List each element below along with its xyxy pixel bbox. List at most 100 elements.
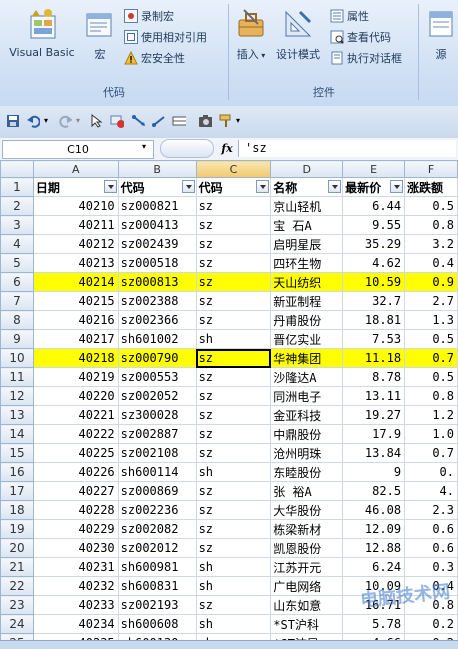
code-cell[interactable]: sz002052 (118, 386, 197, 406)
change-cell[interactable]: 0.8 (404, 386, 458, 406)
row-header[interactable]: 23 (0, 595, 34, 615)
name-cell[interactable]: 京山轻机 (270, 196, 344, 216)
market-cell[interactable]: sz (196, 500, 272, 520)
date-cell[interactable]: 40220 (33, 386, 119, 406)
date-cell[interactable]: 40226 (33, 462, 119, 482)
name-cell[interactable]: 金亚科技 (270, 405, 344, 425)
date-cell[interactable]: 40213 (33, 253, 119, 273)
name-cell[interactable]: 新亚制程 (270, 291, 344, 311)
market-cell[interactable]: sh (196, 329, 272, 349)
column-header-b[interactable]: B (117, 160, 197, 178)
price-cell[interactable]: 7.53 (342, 329, 406, 349)
price-cell[interactable]: 9 (342, 462, 406, 482)
market-cell[interactable]: sz (196, 424, 272, 444)
market-cell[interactable]: sz (196, 215, 272, 235)
code-cell[interactable]: sz000821 (118, 196, 197, 216)
name-cell[interactable]: 广电网络 (270, 576, 344, 596)
change-cell[interactable]: 1.2 (404, 405, 458, 425)
table-icon[interactable] (172, 114, 186, 128)
change-cell[interactable]: 1.3 (404, 310, 458, 330)
name-cell[interactable]: 启明星辰 (270, 234, 344, 254)
date-cell[interactable]: 40218 (33, 348, 119, 368)
chevron-down-icon[interactable]: ▾ (44, 116, 48, 125)
name-cell[interactable]: 张 裕A (270, 481, 344, 501)
row-header[interactable]: 10 (0, 348, 34, 368)
code-cell[interactable]: sz000518 (118, 253, 197, 273)
price-cell[interactable]: 18.81 (342, 310, 406, 330)
header-cell-date[interactable]: 日期 (33, 177, 119, 197)
macros-button[interactable]: 宏 (82, 6, 118, 76)
filter-dropdown-icon[interactable] (103, 180, 117, 193)
date-cell[interactable]: 40214 (33, 272, 119, 292)
price-cell[interactable]: 17.9 (342, 424, 406, 444)
code-cell[interactable]: sh600831 (118, 576, 197, 596)
market-cell[interactable]: sz (196, 405, 272, 425)
column-header-e[interactable]: E (342, 160, 406, 178)
row-header[interactable]: 11 (0, 367, 34, 387)
name-cell[interactable]: 四环生物 (270, 253, 344, 273)
filter-dropdown-icon[interactable] (181, 180, 195, 193)
row-header[interactable]: 6 (0, 272, 34, 292)
price-cell[interactable]: 11.18 (342, 348, 406, 368)
header-cell-price[interactable]: 最新价 (342, 177, 406, 197)
date-cell[interactable]: 40216 (33, 310, 119, 330)
price-cell[interactable]: 35.29 (342, 234, 406, 254)
code-cell[interactable]: sz002388 (118, 291, 197, 311)
change-cell[interactable]: 3.2 (404, 234, 458, 254)
row-header[interactable]: 1 (0, 177, 34, 197)
code-cell[interactable]: sz300028 (118, 405, 197, 425)
format-painter-icon[interactable] (218, 114, 232, 128)
name-cell[interactable]: 沧州明珠 (270, 443, 344, 463)
row-header[interactable]: 15 (0, 443, 34, 463)
market-cell[interactable]: sz (196, 481, 272, 501)
redo-icon[interactable] (58, 114, 72, 128)
price-cell[interactable]: 9.55 (342, 215, 406, 235)
column-header-f[interactable]: F (404, 160, 458, 178)
remove-arrows-icon[interactable] (110, 114, 124, 128)
change-cell[interactable]: 0.6 (404, 519, 458, 539)
chevron-down-icon[interactable]: ▾ (76, 116, 80, 125)
camera-icon[interactable] (198, 114, 212, 128)
properties-button[interactable]: 属性 (330, 8, 369, 26)
price-cell[interactable]: 32.7 (342, 291, 406, 311)
date-cell[interactable]: 40228 (33, 500, 119, 520)
market-cell[interactable]: sh (196, 462, 272, 482)
price-cell[interactable]: 12.88 (342, 538, 406, 558)
price-cell[interactable]: 82.5 (342, 481, 406, 501)
price-cell[interactable]: 6.44 (342, 196, 406, 216)
row-header[interactable]: 8 (0, 310, 34, 330)
view-code-button[interactable]: 查看代码 (330, 29, 391, 47)
date-cell[interactable]: 40229 (33, 519, 119, 539)
column-header-c[interactable]: C (195, 160, 272, 178)
name-cell[interactable]: 山东如意 (270, 595, 344, 615)
name-cell[interactable]: 沙隆达A (270, 367, 344, 387)
formula-input[interactable]: 'sz (238, 140, 456, 157)
code-cell[interactable]: sh600608 (118, 614, 197, 634)
run-dialog-button[interactable]: 执行对话框 (330, 50, 402, 68)
price-cell[interactable]: 13.11 (342, 386, 406, 406)
row-header[interactable]: 24 (0, 614, 34, 634)
header-cell-change[interactable]: 涨跌额 (404, 177, 458, 197)
change-cell[interactable]: 0.7 (404, 348, 458, 368)
change-cell[interactable]: 0.6 (404, 538, 458, 558)
change-cell[interactable]: 0.3 (404, 557, 458, 577)
column-header-a[interactable]: A (32, 160, 119, 178)
name-cell[interactable]: 大华股份 (270, 500, 344, 520)
change-cell[interactable]: 0.8 (404, 215, 458, 235)
trace-precedents-icon[interactable] (132, 114, 146, 128)
price-cell[interactable]: 8.78 (342, 367, 406, 387)
market-cell[interactable]: sh (196, 614, 272, 634)
row-header[interactable]: 17 (0, 481, 34, 501)
change-cell[interactable]: 0.5 (404, 367, 458, 387)
market-cell[interactable]: sz (196, 196, 272, 216)
name-cell[interactable]: 华神集团 (270, 348, 344, 368)
change-cell[interactable]: 0.4 (404, 253, 458, 273)
row-header[interactable]: 13 (0, 405, 34, 425)
market-cell[interactable]: sh (196, 557, 272, 577)
date-cell[interactable]: 40222 (33, 424, 119, 444)
name-cell[interactable]: 宝 石A (270, 215, 344, 235)
price-cell[interactable]: 13.84 (342, 443, 406, 463)
row-header[interactable]: 18 (0, 500, 34, 520)
name-box[interactable]: C10 (2, 140, 154, 159)
change-cell[interactable]: 2.7 (404, 291, 458, 311)
